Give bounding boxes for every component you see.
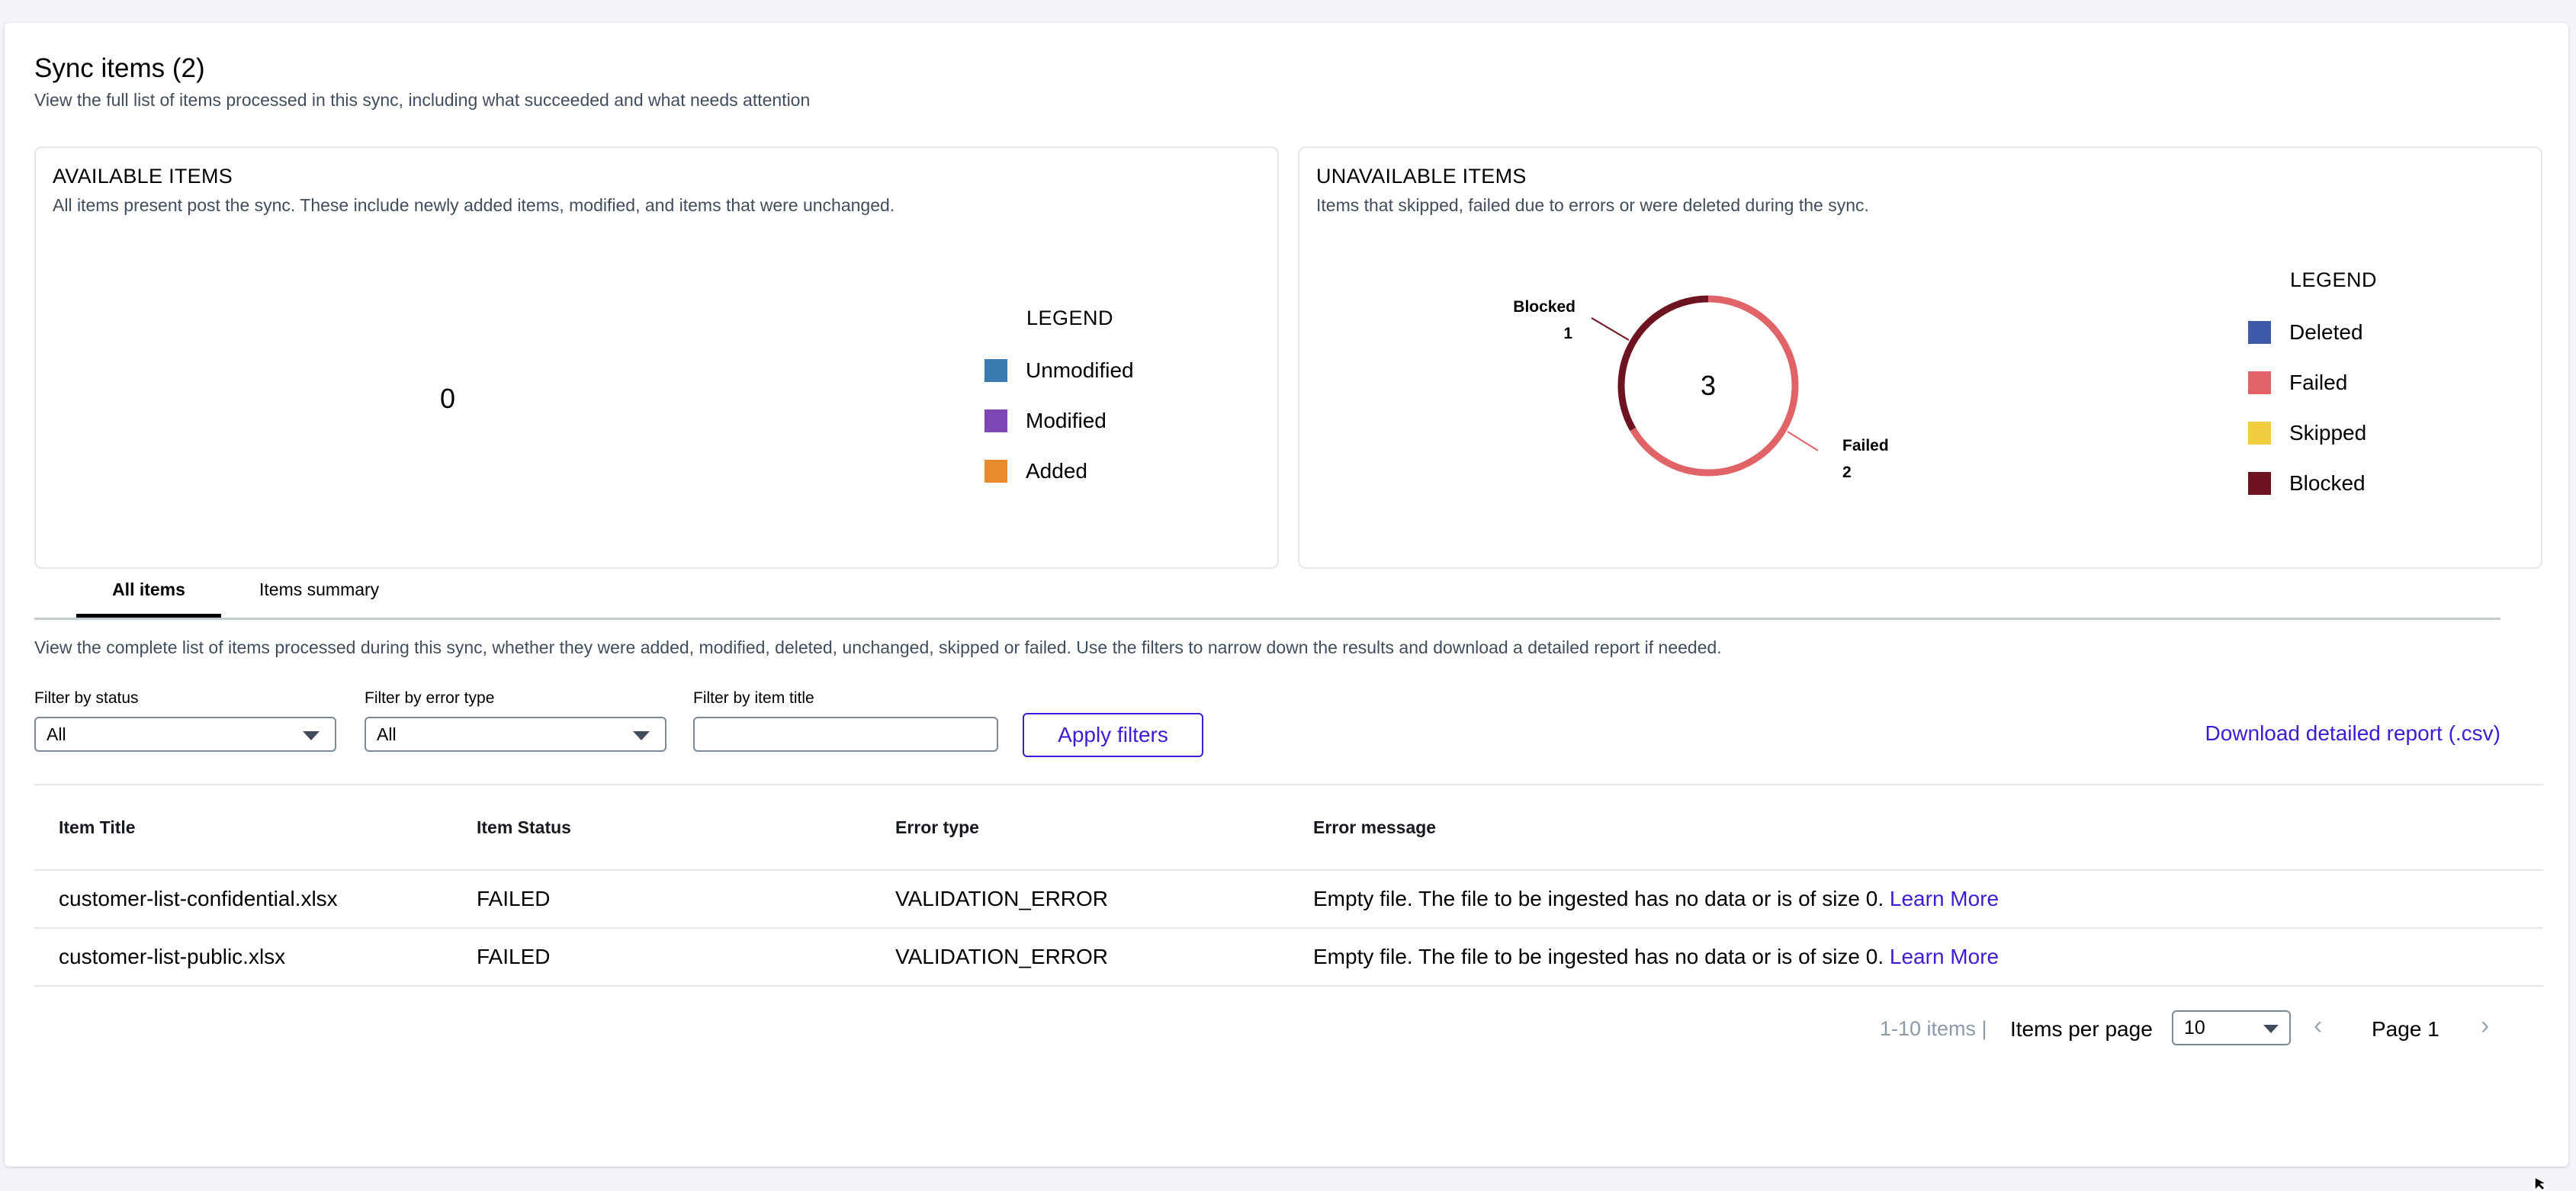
legend-label: Modified: [1026, 409, 1107, 432]
legend-swatch-deleted: [2248, 321, 2271, 344]
column-header-error-type: Error type: [895, 817, 979, 837]
legend-swatch-failed: [2248, 371, 2271, 394]
filter-title-label: Filter by item title: [693, 689, 814, 707]
legend-label: Skipped: [2289, 421, 2367, 445]
items-tabs: All items Items summary: [34, 570, 2501, 620]
unavailable-donut-chart: 3 Blocked 1 Failed 2: [1513, 295, 1889, 481]
table-row-divider: [34, 927, 2543, 929]
blocked-callout-name: Blocked: [1513, 298, 1575, 316]
column-header-item-title: Item Title: [59, 817, 136, 837]
tab-items-summary[interactable]: Items summary: [259, 579, 379, 614]
tab-all-items[interactable]: All items: [76, 579, 221, 618]
failed-callout-name: Failed: [1842, 437, 1889, 454]
donut-slice-blocked: [1617, 295, 1709, 432]
cell-error-type: VALIDATION_ERROR: [895, 887, 1109, 910]
legend-swatch-unmodified: [984, 359, 1007, 382]
mouse-cursor-icon: [2534, 1177, 2549, 1191]
legend-swatch-added: [984, 460, 1007, 483]
failed-callout-value: 2: [1842, 464, 1852, 481]
available-items-heading: AVAILABLE ITEMS: [53, 165, 233, 188]
legend-item-unmodified: Unmodified: [984, 358, 1134, 383]
filter-error-type-value: All: [377, 724, 397, 744]
items-per-page-select[interactable]: 10: [2172, 1010, 2291, 1045]
cell-item-title: customer-list-public.xlsx: [59, 945, 286, 968]
error-message-text: Empty file. The file to be ingested has …: [1313, 945, 1884, 968]
pagination-range: 1-10 items |: [1880, 1017, 1987, 1040]
page-title: Sync items (2): [34, 53, 205, 83]
legend-label: Unmodified: [1026, 358, 1134, 382]
legend-item-failed: Failed: [2248, 371, 2347, 395]
table-divider: [34, 784, 2543, 785]
legend-label: Deleted: [2289, 320, 2363, 344]
items-per-page-label: Items per page: [2010, 1017, 2153, 1041]
chevron-right-icon[interactable]: ›: [2481, 1011, 2489, 1041]
table-row-divider: [34, 985, 2543, 987]
available-legend-title: LEGEND: [1026, 307, 1114, 329]
cell-error-type: VALIDATION_ERROR: [895, 945, 1109, 968]
legend-swatch-skipped: [2248, 422, 2271, 445]
available-items-panel: AVAILABLE ITEMS All items present post t…: [34, 146, 1279, 569]
page-subtitle: View the full list of items processed in…: [34, 90, 811, 110]
chevron-down-icon: [2263, 1025, 2279, 1033]
blocked-callout-value: 1: [1563, 325, 1572, 342]
cell-error-message: Empty file. The file to be ingested has …: [1313, 945, 1999, 969]
error-message-text: Empty file. The file to be ingested has …: [1313, 887, 1884, 910]
legend-swatch-modified: [984, 409, 1007, 432]
legend-label: Failed: [2289, 371, 2348, 394]
legend-label: Added: [1026, 459, 1087, 483]
filter-status-label: Filter by status: [34, 689, 139, 707]
available-items-description: All items present post the sync. These i…: [53, 195, 895, 215]
unavailable-legend-title: LEGEND: [2290, 268, 2378, 291]
learn-more-link[interactable]: Learn More: [1890, 887, 1999, 910]
unavailable-items-panel: UNAVAILABLE ITEMS Items that skipped, fa…: [1298, 146, 2542, 569]
items-per-page-value: 10: [2184, 1017, 2205, 1039]
blocked-callout-line: [1591, 317, 1630, 341]
filter-status-value: All: [47, 724, 66, 744]
filter-error-type-label: Filter by error type: [365, 689, 495, 707]
table-header-divider: [34, 869, 2543, 871]
failed-callout-line: [1787, 431, 1819, 451]
cell-error-message: Empty file. The file to be ingested has …: [1313, 887, 1999, 911]
legend-item-added: Added: [984, 459, 1087, 483]
cell-item-title: customer-list-confidential.xlsx: [59, 887, 338, 910]
chevron-down-icon: [633, 731, 650, 740]
legend-label: Blocked: [2289, 471, 2366, 495]
available-items-total: 0: [440, 383, 456, 414]
legend-swatch-blocked: [2248, 472, 2271, 495]
download-report-link[interactable]: Download detailed report (.csv): [2205, 721, 2501, 746]
legend-item-skipped: Skipped: [2248, 421, 2366, 445]
filter-status-select[interactable]: All: [34, 717, 336, 752]
learn-more-link[interactable]: Learn More: [1890, 945, 1999, 968]
chevron-down-icon: [303, 731, 320, 740]
column-header-item-status: Item Status: [477, 817, 571, 837]
apply-filters-button[interactable]: Apply filters: [1023, 713, 1203, 757]
legend-item-blocked: Blocked: [2248, 471, 2366, 496]
cell-item-status: FAILED: [477, 887, 551, 910]
filter-title-input[interactable]: [693, 717, 998, 752]
filters-description: View the complete list of items processe…: [34, 637, 1722, 657]
donut-center-total: 3: [1701, 370, 1716, 401]
page-indicator: Page 1: [2372, 1017, 2439, 1041]
legend-item-modified: Modified: [984, 409, 1107, 433]
chevron-left-icon[interactable]: ‹: [2314, 1011, 2322, 1041]
filter-error-type-select[interactable]: All: [365, 717, 666, 752]
cell-item-status: FAILED: [477, 945, 551, 968]
column-header-error-message: Error message: [1313, 817, 1437, 837]
legend-item-deleted: Deleted: [2248, 320, 2363, 345]
